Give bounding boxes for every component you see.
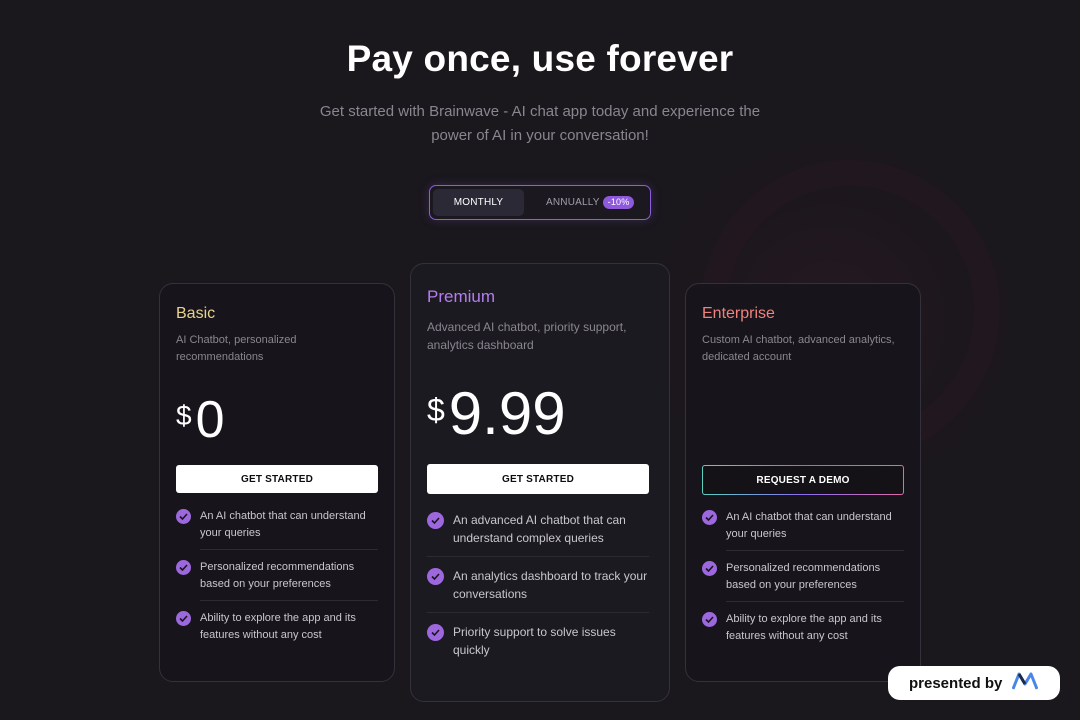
feature-text: An analytics dashboard to track your con… bbox=[453, 569, 648, 601]
page-title: Pay once, use forever bbox=[346, 38, 734, 79]
check-icon bbox=[427, 624, 444, 641]
feature-item: Personalized recommendations based on yo… bbox=[702, 560, 904, 594]
check-icon bbox=[702, 510, 717, 525]
feature-text: Personalized recommendations based on yo… bbox=[200, 561, 355, 590]
check-icon bbox=[176, 509, 191, 524]
plan-price: $ 9.99 bbox=[427, 382, 566, 446]
divider bbox=[427, 612, 649, 613]
feature-item: An advanced AI chatbot that can understa… bbox=[427, 511, 649, 547]
monthly-toggle-option[interactable]: MONTHLY bbox=[433, 189, 524, 216]
plan-name: Premium bbox=[427, 287, 496, 306]
pricing-card-basic: Basic AI Chatbot, personalized recommend… bbox=[159, 283, 395, 682]
price-currency: $ bbox=[176, 400, 192, 431]
check-icon bbox=[176, 611, 191, 626]
check-icon bbox=[702, 612, 717, 627]
price-amount: 0 bbox=[195, 391, 225, 449]
request-demo-button[interactable]: REQUEST A DEMO bbox=[702, 465, 904, 495]
plan-description: Custom AI chatbot, advanced analytics, d… bbox=[702, 334, 895, 363]
feature-item: Ability to explore the app and its featu… bbox=[176, 610, 378, 644]
feature-text: An AI chatbot that can understand your q… bbox=[726, 511, 892, 540]
feature-text: An AI chatbot that can understand your q… bbox=[200, 510, 366, 539]
annually-toggle-option[interactable]: ANNUALLY -10% bbox=[540, 189, 648, 216]
price-amount: 9.99 bbox=[448, 380, 566, 447]
check-icon bbox=[702, 561, 717, 576]
divider bbox=[726, 550, 904, 551]
plan-name: Enterprise bbox=[702, 305, 775, 322]
pricing-card-enterprise: Enterprise Custom AI chatbot, advanced a… bbox=[685, 283, 921, 682]
page-subtitle: Get started with Brainwave - AI chat app… bbox=[319, 103, 761, 144]
presented-by-label: presented by bbox=[909, 674, 1003, 692]
plan-description: Advanced AI chatbot, priority support, a… bbox=[427, 320, 627, 352]
price-currency: $ bbox=[427, 392, 445, 428]
check-icon bbox=[427, 568, 444, 585]
divider bbox=[200, 600, 378, 601]
plan-price: $ 0 bbox=[176, 392, 225, 448]
billing-period-toggle: MONTHLY ANNUALLY -10% bbox=[429, 185, 651, 220]
feature-list: An AI chatbot that can understand your q… bbox=[702, 509, 904, 645]
get-started-button[interactable]: GET STARTED bbox=[176, 465, 378, 493]
feature-item: Personalized recommendations based on yo… bbox=[176, 559, 378, 593]
feature-text: Personalized recommendations based on yo… bbox=[726, 562, 881, 591]
divider bbox=[427, 556, 649, 557]
check-icon bbox=[427, 512, 444, 529]
feature-item: Ability to explore the app and its featu… bbox=[702, 611, 904, 645]
divider bbox=[200, 549, 378, 550]
feature-item: Priority support to solve issues quickly bbox=[427, 623, 649, 659]
discount-badge: -10% bbox=[602, 196, 635, 209]
feature-item: An analytics dashboard to track your con… bbox=[427, 567, 649, 603]
divider bbox=[726, 601, 904, 602]
plan-description: AI Chatbot, personalized recommendations bbox=[176, 334, 297, 363]
get-started-button[interactable]: GET STARTED bbox=[427, 464, 649, 494]
feature-item: An AI chatbot that can understand your q… bbox=[176, 508, 378, 542]
plan-name: Basic bbox=[176, 305, 216, 322]
monthly-label: MONTHLY bbox=[453, 197, 504, 208]
annually-label: ANNUALLY bbox=[546, 197, 600, 208]
feature-text: Priority support to solve issues quickly bbox=[453, 625, 616, 657]
feature-list: An advanced AI chatbot that can understa… bbox=[427, 511, 649, 659]
feature-text: Ability to explore the app and its featu… bbox=[726, 613, 882, 642]
feature-item: An AI chatbot that can understand your q… bbox=[702, 509, 904, 543]
check-icon bbox=[176, 560, 191, 575]
presented-by-badge[interactable]: presented by bbox=[888, 666, 1060, 700]
feature-list: An AI chatbot that can understand your q… bbox=[176, 508, 378, 644]
feature-text: Ability to explore the app and its featu… bbox=[200, 612, 356, 641]
brand-m-logo-icon bbox=[1011, 672, 1039, 694]
pricing-card-premium: Premium Advanced AI chatbot, priority su… bbox=[410, 263, 670, 702]
feature-text: An advanced AI chatbot that can understa… bbox=[453, 513, 626, 545]
